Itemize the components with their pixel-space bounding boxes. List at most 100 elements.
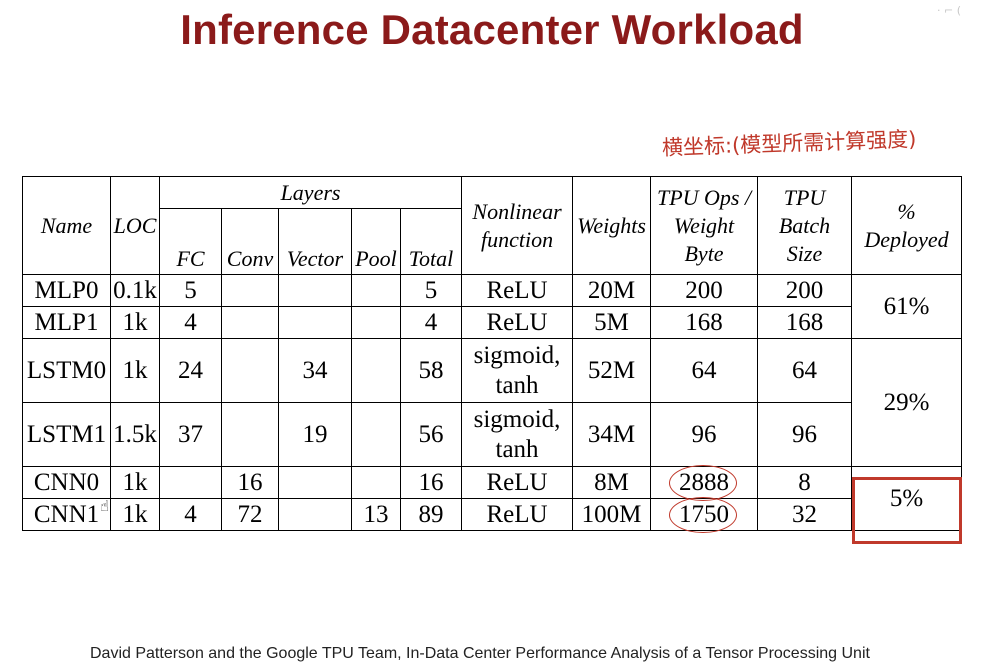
cell-vector bbox=[278, 466, 352, 499]
cell-nonlinear: ReLU bbox=[461, 274, 574, 307]
cell-ops-per-byte: 200 bbox=[650, 274, 759, 307]
header-batch-line1: TPU bbox=[783, 184, 826, 210]
cell-nonlinear-line1: sigmoid, bbox=[473, 405, 561, 433]
cell-loc: 1k bbox=[110, 498, 160, 531]
corner-mark: · ⌐ ( bbox=[937, 4, 961, 17]
cell-conv: 72 bbox=[221, 498, 279, 531]
header-conv: Conv bbox=[221, 208, 279, 275]
cell-conv: 16 bbox=[221, 466, 279, 499]
header-ops-per-byte: TPU Ops / Weight Byte bbox=[650, 176, 759, 275]
cell-total: 16 bbox=[399, 466, 463, 499]
cell-loc: 1.5k bbox=[110, 402, 160, 467]
header-layers: Layers bbox=[158, 176, 463, 209]
cell-total: 5 bbox=[399, 274, 463, 307]
cell-name: CNN0 bbox=[22, 466, 111, 499]
header-row-1: Name LOC Layers Nonlinear function Weigh… bbox=[22, 176, 963, 275]
table-row-mlp1: MLP1 1k 4 4 ReLU 5M 168 168 bbox=[22, 306, 962, 339]
workload-table: Name LOC Layers Nonlinear function Weigh… bbox=[22, 176, 963, 533]
cell-batch-size: 8 bbox=[757, 466, 853, 499]
header-weights: Weights bbox=[572, 176, 652, 275]
cell-vector: 19 bbox=[278, 402, 352, 467]
header-vector: Vector bbox=[278, 208, 352, 275]
cell-batch-size: 64 bbox=[757, 338, 853, 403]
cell-deployed-cnn: 5% bbox=[851, 466, 963, 531]
cell-ops-per-byte: 168 bbox=[650, 306, 759, 339]
cell-nonlinear: ReLU bbox=[461, 466, 574, 499]
header-nonlinear-line1: Nonlinear bbox=[472, 198, 562, 224]
cell-vector bbox=[278, 274, 352, 307]
cell-batch-size: 32 bbox=[757, 498, 853, 531]
header-deployed-line1: % bbox=[897, 198, 916, 224]
cell-conv bbox=[221, 338, 279, 403]
slide-citation: David Patterson and the Google TPU Team,… bbox=[90, 645, 870, 662]
cell-name: LSTM0 bbox=[22, 338, 111, 403]
cell-batch-size: 200 bbox=[757, 274, 853, 307]
header-total: Total bbox=[399, 208, 463, 275]
cell-vector bbox=[278, 306, 352, 339]
header-ops-line2: Weight bbox=[673, 212, 735, 238]
cell-conv bbox=[221, 402, 279, 467]
cell-fc: 5 bbox=[159, 274, 222, 307]
hand-cursor-icon: ☝ bbox=[100, 497, 110, 515]
cell-nonlinear: sigmoid, tanh bbox=[461, 338, 574, 403]
cell-pool bbox=[351, 306, 401, 339]
cell-deployed-mlp: 61% bbox=[851, 274, 963, 339]
cell-weights: 100M bbox=[572, 498, 652, 531]
cell-fc: 37 bbox=[159, 402, 222, 467]
cell-fc: 4 bbox=[159, 498, 222, 531]
header-deployed-line2: Deployed bbox=[864, 226, 949, 252]
cell-fc: 4 bbox=[159, 306, 222, 339]
cell-pool bbox=[351, 274, 401, 307]
header-ops-line1: TPU Ops / bbox=[656, 184, 752, 210]
header-name: Name bbox=[22, 176, 111, 275]
header-nonlinear: Nonlinear function bbox=[461, 176, 574, 275]
cell-batch-size: 96 bbox=[757, 402, 853, 467]
cell-conv bbox=[221, 274, 279, 307]
cell-deployed-lstm: 29% bbox=[851, 338, 963, 467]
cell-ops-per-byte: 1750 bbox=[650, 496, 759, 533]
cell-batch-size: 168 bbox=[757, 306, 853, 339]
cell-fc: 24 bbox=[159, 338, 222, 403]
cell-ops-per-byte: 64 bbox=[650, 338, 759, 403]
circled-ops-value: 1750 bbox=[669, 496, 738, 533]
cell-name: CNN1 bbox=[22, 498, 111, 531]
cell-total: 56 bbox=[399, 402, 463, 467]
cell-total: 4 bbox=[399, 306, 463, 339]
cell-weights: 34M bbox=[572, 402, 652, 467]
cell-nonlinear-line1: sigmoid, bbox=[473, 341, 561, 369]
cell-nonlinear: ReLU bbox=[461, 306, 574, 339]
cell-weights: 52M bbox=[572, 338, 652, 403]
cell-name: MLP0 bbox=[22, 274, 111, 307]
table-row-cnn1: CNN1 1k 4 72 13 89 ReLU 100M 1750 32 bbox=[22, 496, 962, 533]
header-nonlinear-line2: function bbox=[480, 226, 554, 252]
cell-loc: 1k bbox=[110, 306, 160, 339]
header-batch-line2: Batch bbox=[778, 212, 831, 238]
cell-total: 89 bbox=[399, 498, 463, 531]
circled-ops-value: 2888 bbox=[669, 464, 738, 501]
cell-loc: 1k bbox=[110, 466, 160, 499]
cell-nonlinear-line2: tanh bbox=[495, 435, 539, 463]
cell-ops-per-byte: 2888 bbox=[650, 464, 759, 501]
cell-fc bbox=[159, 466, 222, 499]
cell-weights: 5M bbox=[572, 306, 652, 339]
cell-ops-per-byte: 96 bbox=[650, 402, 759, 467]
cell-weights: 20M bbox=[572, 274, 652, 307]
handwritten-annotation: 横坐标:(模型所需计算强度) bbox=[661, 127, 917, 160]
table-row-mlp0: MLP0 0.1k 5 5 ReLU 20M 200 200 61% bbox=[22, 274, 963, 339]
cell-name: MLP1 bbox=[22, 306, 111, 339]
cell-loc: 0.1k bbox=[110, 274, 160, 307]
header-deployed: % Deployed bbox=[851, 176, 963, 275]
cell-nonlinear: sigmoid, tanh bbox=[461, 402, 574, 467]
header-loc: LOC bbox=[110, 176, 160, 275]
cell-vector: 34 bbox=[278, 338, 352, 403]
header-batch-size: TPU Batch Size bbox=[757, 176, 853, 275]
cell-vector bbox=[278, 498, 352, 531]
cell-total: 58 bbox=[399, 338, 463, 403]
table-row-lstm1: LSTM1 1.5k 37 19 56 sigmoid, tanh 34M 96… bbox=[22, 402, 962, 467]
header-batch-line3: Size bbox=[786, 240, 823, 266]
header-pool: Pool bbox=[351, 208, 401, 275]
cell-nonlinear-line2: tanh bbox=[495, 371, 539, 399]
table-row-cnn0: CNN0 1k 16 16 ReLU 8M 2888 8 5% bbox=[22, 464, 963, 531]
cell-nonlinear: ReLU bbox=[461, 498, 574, 531]
cell-pool bbox=[351, 338, 401, 403]
